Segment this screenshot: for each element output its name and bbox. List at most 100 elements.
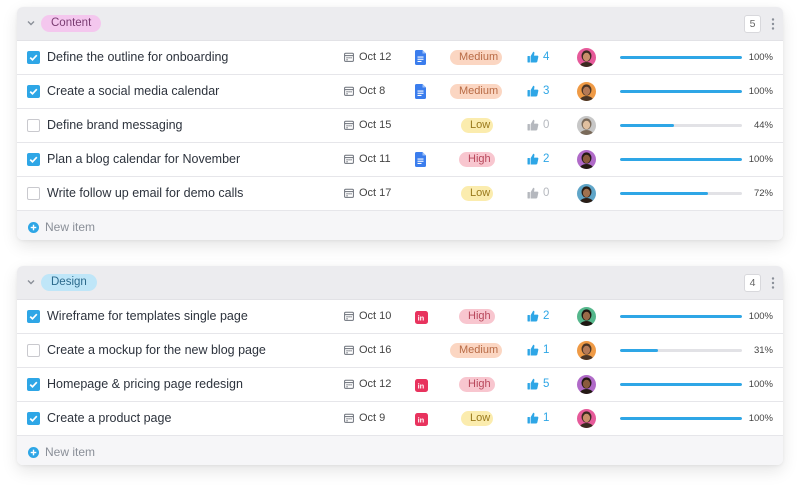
due-date[interactable]: Oct 10 (359, 310, 391, 322)
avatar[interactable] (577, 116, 596, 135)
priority-badge[interactable]: Low (461, 118, 493, 133)
likes-count: 5 (543, 378, 550, 390)
thumbs-up-icon[interactable] (527, 378, 539, 390)
avatar[interactable] (577, 48, 596, 67)
more-options-icon[interactable] (771, 276, 775, 290)
new-item-button[interactable]: New item (17, 211, 783, 240)
priority-badge[interactable]: Low (461, 186, 493, 201)
task-title[interactable]: Define the outline for onboarding (47, 50, 228, 64)
progress-percent: 44% (753, 120, 773, 131)
priority-badge[interactable]: Medium (450, 343, 502, 358)
group-tag[interactable]: Design (41, 274, 97, 291)
task-row[interactable]: Create a mockup for the new blog page Oc… (17, 334, 783, 368)
likes-count: 1 (543, 344, 550, 356)
avatar[interactable] (577, 341, 596, 360)
progress-bar (620, 124, 742, 127)
group-count: 5 (744, 15, 761, 33)
task-row[interactable]: Write follow up email for demo calls Oct… (17, 177, 783, 211)
due-date[interactable]: Oct 8 (359, 85, 385, 97)
chevron-down-icon[interactable] (26, 277, 36, 287)
task-checkbox[interactable] (27, 378, 40, 391)
thumbs-up-icon[interactable] (527, 85, 539, 97)
avatar[interactable] (577, 184, 596, 203)
task-row[interactable]: Create a product page Oct 9 in Low 1 100… (17, 402, 783, 436)
priority-badge[interactable]: High (459, 309, 495, 324)
task-checkbox[interactable] (27, 119, 40, 132)
task-row[interactable]: Define the outline for onboarding Oct 12… (17, 41, 783, 75)
progress-bar (620, 349, 742, 352)
checkmark-icon (29, 54, 38, 62)
thumbs-up-icon[interactable] (527, 310, 539, 322)
task-checkbox[interactable] (27, 412, 40, 425)
due-date[interactable]: Oct 16 (359, 344, 391, 356)
progress-bar (620, 315, 742, 318)
task-title[interactable]: Plan a blog calendar for November (47, 152, 240, 166)
task-row[interactable]: Plan a blog calendar for November Oct 11… (17, 143, 783, 177)
priority-badge[interactable]: Low (461, 411, 493, 426)
priority-badge[interactable]: Medium (450, 50, 502, 65)
group-header: Design 4 (17, 266, 783, 300)
avatar[interactable] (577, 375, 596, 394)
task-title[interactable]: Write follow up email for demo calls (47, 186, 243, 200)
task-checkbox[interactable] (27, 85, 40, 98)
due-date[interactable]: Oct 15 (359, 119, 391, 131)
svg-text:in: in (418, 382, 425, 391)
google-doc-icon[interactable] (415, 50, 426, 65)
google-doc-icon[interactable] (415, 152, 426, 167)
thumbs-up-icon[interactable] (527, 119, 539, 131)
new-item-button[interactable]: New item (17, 436, 783, 465)
progress-fill (620, 158, 742, 161)
progress-percent: 100% (748, 52, 773, 63)
invision-icon[interactable]: in (415, 311, 428, 324)
progress-bar (620, 417, 742, 420)
group-tag[interactable]: Content (41, 15, 102, 32)
task-row[interactable]: Homepage & pricing page redesign Oct 12 … (17, 368, 783, 402)
thumbs-up-icon[interactable] (527, 51, 539, 63)
priority-badge[interactable]: High (459, 152, 495, 167)
avatar[interactable] (577, 409, 596, 428)
progress-fill (620, 417, 742, 420)
progress-fill (620, 90, 742, 93)
google-doc-icon[interactable] (415, 84, 426, 99)
task-title[interactable]: Create a product page (47, 411, 171, 425)
task-checkbox[interactable] (27, 153, 40, 166)
more-options-icon[interactable] (771, 17, 775, 31)
thumbs-up-icon[interactable] (527, 187, 539, 199)
task-title[interactable]: Create a mockup for the new blog page (47, 343, 266, 357)
task-title[interactable]: Wireframe for templates single page (47, 309, 248, 323)
invision-icon[interactable]: in (415, 379, 428, 392)
due-date[interactable]: Oct 9 (359, 412, 385, 424)
progress-fill (620, 315, 742, 318)
thumbs-up-icon[interactable] (527, 153, 539, 165)
task-row[interactable]: Wireframe for templates single page Oct … (17, 300, 783, 334)
task-checkbox[interactable] (27, 344, 40, 357)
task-title[interactable]: Define brand messaging (47, 118, 183, 132)
task-row[interactable]: Create a social media calendar Oct 8 Med… (17, 75, 783, 109)
likes-count: 3 (543, 85, 550, 97)
priority-badge[interactable]: Medium (450, 84, 502, 99)
task-checkbox[interactable] (27, 187, 40, 200)
chevron-down-icon[interactable] (26, 18, 36, 28)
progress-fill (620, 383, 742, 386)
priority-badge[interactable]: High (459, 377, 495, 392)
group-header: Content 5 (17, 7, 783, 41)
progress-percent: 72% (753, 188, 773, 199)
due-date[interactable]: Oct 11 (359, 153, 391, 165)
thumbs-up-icon[interactable] (527, 344, 539, 356)
due-date[interactable]: Oct 12 (359, 378, 391, 390)
invision-icon[interactable]: in (415, 413, 428, 426)
due-date[interactable]: Oct 17 (359, 187, 391, 199)
avatar[interactable] (577, 82, 596, 101)
group-design: Design 4 Wireframe for templates single … (17, 266, 783, 465)
task-row[interactable]: Define brand messaging Oct 15 Low 0 44% (17, 109, 783, 143)
due-date[interactable]: Oct 12 (359, 51, 391, 63)
task-title[interactable]: Homepage & pricing page redesign (47, 377, 243, 391)
calendar-icon (344, 188, 354, 198)
task-checkbox[interactable] (27, 51, 40, 64)
thumbs-up-icon[interactable] (527, 412, 539, 424)
avatar[interactable] (577, 150, 596, 169)
task-title[interactable]: Create a social media calendar (47, 84, 219, 98)
avatar[interactable] (577, 307, 596, 326)
task-checkbox[interactable] (27, 310, 40, 323)
progress-percent: 100% (748, 413, 773, 424)
